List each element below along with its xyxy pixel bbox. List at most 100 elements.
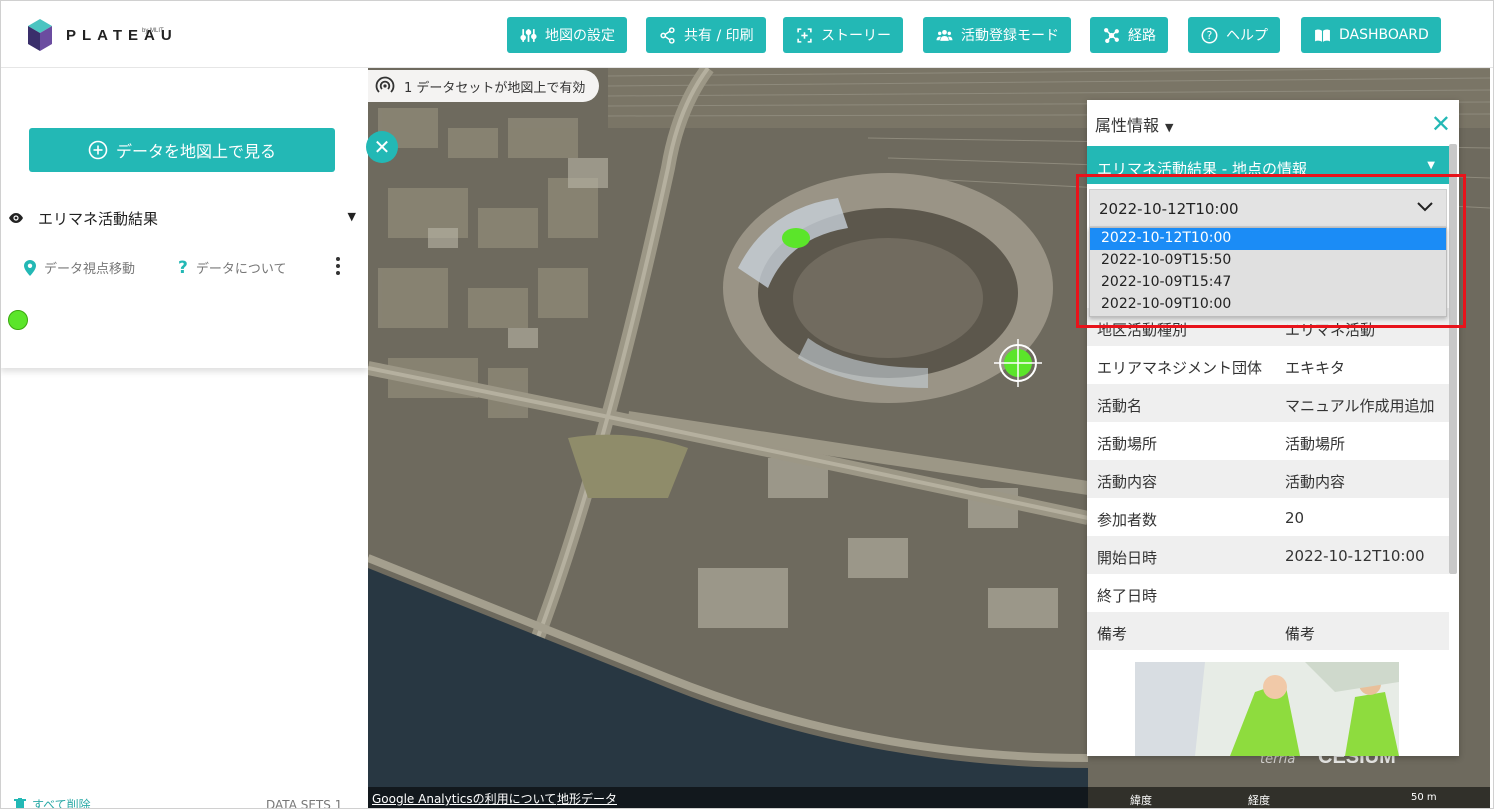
sliders-icon <box>519 26 537 44</box>
map-footer: Google Analyticsの利用について 地形データ 緯度 経度 50 m <box>368 787 1490 809</box>
logo-subtext: by MLIT <box>142 28 164 34</box>
caret-down-icon: ▼ <box>1165 121 1174 134</box>
nav-label: ストーリー <box>821 28 891 44</box>
nav-label: ヘルプ <box>1226 28 1268 44</box>
route-button[interactable]: 経路 <box>1090 17 1168 53</box>
share-icon <box>658 26 676 44</box>
time-option[interactable]: 2022-10-12T10:00 <box>1090 228 1446 250</box>
analytics-link[interactable]: Google Analyticsの利用について <box>372 790 556 807</box>
feature-section-header[interactable]: エリマネ活動結果 - 地点の情報 ▼ <box>1087 146 1449 184</box>
question-icon: ? <box>178 257 188 278</box>
table-row: 参加者数 20 <box>1087 498 1449 536</box>
feature-time-select[interactable]: 2022-10-12T10:00 <box>1089 189 1447 227</box>
caret-down-icon: ▼ <box>1427 160 1435 171</box>
nav-label: 経路 <box>1128 28 1156 44</box>
add-data-label: データを地図上で見る <box>115 142 276 161</box>
attribute-value: マニュアル作成用追加 <box>1285 397 1435 415</box>
attribute-value: 活動内容 <box>1285 473 1346 491</box>
more-options-icon[interactable] <box>334 256 342 276</box>
nav-label: DASHBOARD <box>1339 27 1429 43</box>
feature-section-title: エリマネ活動結果 - 地点の情報 <box>1097 160 1307 178</box>
attribute-key: 備考 <box>1097 625 1128 643</box>
attribute-key: エリアマネジメント団体 <box>1097 359 1263 377</box>
table-row: 終了日時 <box>1087 574 1449 612</box>
attribute-value: 20 <box>1285 509 1305 527</box>
signal-icon <box>374 75 396 97</box>
feature-info-title[interactable]: 属性情報 ▼ <box>1095 112 1173 136</box>
attribute-value: エキキタ <box>1285 359 1346 377</box>
attribute-key: 参加者数 <box>1097 511 1158 529</box>
plateau-logo-icon <box>28 19 52 51</box>
workbench-footer: すべて削除 DATA SETS 1 <box>0 790 368 809</box>
time-option[interactable]: 2022-10-09T10:00 <box>1090 294 1446 316</box>
help-button[interactable]: ? ヘルプ <box>1188 17 1280 53</box>
nav-label: 活動登録モード <box>961 28 1059 44</box>
map-settings-button[interactable]: 地図の設定 <box>507 17 627 53</box>
attribute-key: 活動名 <box>1097 397 1143 415</box>
map-pin-icon <box>24 259 36 276</box>
legend-swatch <box>8 310 28 330</box>
chevron-down-icon <box>1417 202 1433 212</box>
table-row: 活動内容 活動内容 <box>1087 460 1449 498</box>
table-row: 備考 備考 <box>1087 612 1449 650</box>
scrollbar[interactable] <box>1449 144 1457 574</box>
table-row: 開始日時 2022-10-12T10:00 <box>1087 536 1449 574</box>
story-button[interactable]: ストーリー <box>783 17 903 53</box>
scale-label: 50 m <box>1411 792 1437 803</box>
share-print-button[interactable]: 共有 / 印刷 <box>646 17 766 53</box>
activity-register-button[interactable]: 活動登録モード <box>923 17 1071 53</box>
dataset-header: エリマネ活動結果 ▼ <box>0 201 368 235</box>
close-icon[interactable]: ✕ <box>1431 110 1451 138</box>
dataset-title[interactable]: エリマネ活動結果 <box>38 208 158 229</box>
latitude-label: 緯度 <box>1130 794 1152 807</box>
add-data-button[interactable]: データを地図上で見る <box>29 128 335 172</box>
attribute-key: 活動場所 <box>1097 435 1158 453</box>
nav-label: 共有 / 印刷 <box>684 28 754 44</box>
attribute-value: 2022-10-12T10:00 <box>1285 547 1425 565</box>
attribute-key: 地区活動種別 <box>1097 321 1188 339</box>
active-datasets-indicator[interactable]: 1 データセットが地図上で有効 <box>368 70 600 102</box>
time-options-list: 2022-10-12T10:00 2022-10-09T15:50 2022-1… <box>1089 227 1447 317</box>
app-header: PLATEAU by MLIT 地図の設定 共有 / 印刷 ストーリー 活動登録… <box>0 0 1494 68</box>
attribute-value: エリマネ活動 <box>1285 321 1376 339</box>
nav-label: 地図の設定 <box>545 28 615 44</box>
terrain-data-link[interactable]: 地形データ <box>557 790 617 807</box>
clear-all-button[interactable]: すべて削除 <box>14 796 91 809</box>
close-panel-icon[interactable]: ✕ <box>366 131 398 163</box>
caret-down-icon[interactable]: ▼ <box>348 210 356 223</box>
feature-info-title-text: 属性情報 <box>1095 116 1160 135</box>
workbench-panel: データを地図上で見る エリマネ活動結果 ▼ データ視点移動 ? データについて <box>0 68 368 809</box>
dashboard-button[interactable]: DASHBOARD <box>1301 17 1441 53</box>
story-icon <box>795 26 813 44</box>
dataset-actions: データ視点移動 ? データについて <box>0 256 368 280</box>
zoom-to-data-label: データ視点移動 <box>44 262 136 277</box>
table-row: エリアマネジメント団体 エキキタ <box>1087 346 1449 384</box>
table-row: 活動場所 活動場所 <box>1087 422 1449 460</box>
attribute-key: 活動内容 <box>1097 473 1158 491</box>
eye-icon[interactable] <box>8 210 24 226</box>
active-datasets-label: 1 データセットが地図上で有効 <box>404 80 586 96</box>
time-option[interactable]: 2022-10-09T15:50 <box>1090 250 1446 272</box>
about-data-button[interactable]: ? データについて <box>178 258 287 277</box>
time-option[interactable]: 2022-10-09T15:47 <box>1090 272 1446 294</box>
zoom-to-data-button[interactable]: データ視点移動 <box>24 258 135 277</box>
workbench-card: データを地図上で見る エリマネ活動結果 ▼ データ視点移動 ? データについて <box>0 68 368 368</box>
datasets-count: DATA SETS 1 <box>266 798 343 809</box>
plus-circle-icon <box>88 140 108 160</box>
attribute-value: 備考 <box>1285 625 1316 643</box>
svg-text:?: ? <box>1206 29 1212 42</box>
plateau-logo[interactable]: PLATEAU <box>28 16 188 54</box>
table-row: 活動名 マニュアル作成用追加 <box>1087 384 1449 422</box>
attribute-key: 終了日時 <box>1097 587 1158 605</box>
attribute-key: 開始日時 <box>1097 549 1158 567</box>
clear-all-label: すべて削除 <box>32 798 91 809</box>
book-icon <box>1313 26 1331 44</box>
about-data-label: データについて <box>195 262 287 277</box>
people-icon <box>935 26 953 44</box>
route-icon <box>1102 26 1120 44</box>
attribute-value: 活動場所 <box>1285 435 1346 453</box>
trash-icon <box>14 798 26 809</box>
feature-info-panel: 属性情報 ▼ ✕ エリマネ活動結果 - 地点の情報 ▼ 地区活動種別 エリマネ活動… <box>1087 100 1459 756</box>
longitude-label: 経度 <box>1248 794 1270 807</box>
help-icon: ? <box>1200 26 1218 44</box>
